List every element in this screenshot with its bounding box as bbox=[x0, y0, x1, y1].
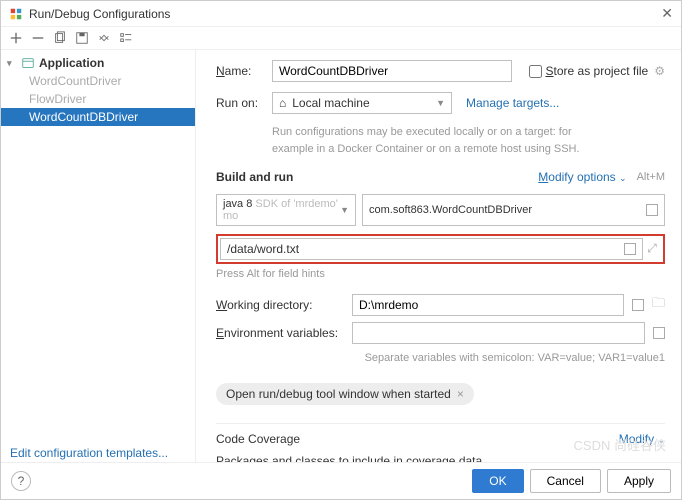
sidebar-item-wordcountdbdriver[interactable]: WordCountDBDriver bbox=[1, 108, 195, 126]
main-panel: Name: Store as project file ⚙ Run on: ⌂ … bbox=[196, 50, 681, 462]
machine-icon: ⌂ bbox=[279, 96, 286, 110]
modify-options-link[interactable]: Modify options ⌄ bbox=[538, 170, 626, 184]
gear-icon[interactable]: ⚙ bbox=[654, 64, 665, 78]
main-class-value: com.soft863.WordCountDBDriver bbox=[369, 204, 532, 216]
open-tool-window-chip[interactable]: Open run/debug tool window when started … bbox=[216, 383, 474, 405]
env-hint: Separate variables with semicolon: VAR=v… bbox=[216, 350, 665, 367]
tree-root-application[interactable]: ▾ Application bbox=[1, 54, 195, 72]
tree-root-label: Application bbox=[39, 56, 104, 70]
list-icon[interactable] bbox=[646, 204, 658, 216]
edit-templates-link[interactable]: Edit configuration templates... bbox=[10, 446, 168, 460]
runon-value: Local machine bbox=[292, 96, 369, 110]
chevron-down-icon: ▼ bbox=[340, 205, 349, 215]
coverage-title: Code Coverage bbox=[216, 432, 300, 446]
chip-close-icon[interactable]: × bbox=[457, 387, 464, 401]
toolbar bbox=[1, 27, 681, 50]
button-bar: ? OK Cancel Apply bbox=[1, 462, 681, 499]
remove-icon[interactable] bbox=[31, 31, 45, 45]
expand-icon[interactable] bbox=[97, 31, 111, 45]
manage-targets-link[interactable]: Manage targets... bbox=[466, 96, 559, 110]
runon-combo[interactable]: ⌂ Local machine ▼ bbox=[272, 92, 452, 114]
runon-hint: Run configurations may be executed local… bbox=[272, 124, 602, 157]
copy-icon[interactable] bbox=[53, 31, 67, 45]
env-label: Environment variables: bbox=[216, 326, 344, 340]
apply-button[interactable]: Apply bbox=[607, 469, 671, 493]
browse-icon[interactable]: 🗀 bbox=[652, 294, 665, 316]
window-title: Run/Debug Configurations bbox=[29, 7, 661, 21]
application-icon bbox=[21, 56, 35, 70]
app-logo-icon bbox=[9, 7, 23, 21]
caret-down-icon: ▾ bbox=[7, 58, 17, 69]
program-args-highlight: /data/word.txt ⤢ bbox=[216, 234, 665, 264]
filter-icon[interactable] bbox=[119, 31, 133, 45]
main-class-field[interactable]: com.soft863.WordCountDBDriver bbox=[362, 194, 665, 226]
save-icon[interactable] bbox=[75, 31, 89, 45]
coverage-pkg-label: Packages and classes to include in cover… bbox=[216, 454, 665, 463]
expand-field-icon[interactable]: ⤢ bbox=[643, 238, 661, 260]
store-project-file-checkbox[interactable]: Store as project file bbox=[529, 64, 649, 78]
program-args-value: /data/word.txt bbox=[227, 242, 299, 256]
sidebar-item-label: WordCountDBDriver bbox=[29, 110, 138, 124]
env-input[interactable] bbox=[352, 322, 645, 344]
program-args-field[interactable]: /data/word.txt bbox=[220, 238, 643, 260]
insert-icon[interactable] bbox=[632, 299, 644, 311]
help-button[interactable]: ? bbox=[11, 471, 31, 491]
cancel-button[interactable]: Cancel bbox=[530, 469, 601, 493]
chip-label: Open run/debug tool window when started bbox=[226, 387, 451, 401]
store-checkbox[interactable] bbox=[529, 65, 542, 78]
sidebar-item-label: WordCountDriver bbox=[29, 74, 121, 88]
titlebar: Run/Debug Configurations ✕ bbox=[1, 1, 681, 27]
workdir-input[interactable] bbox=[352, 294, 624, 316]
chevron-down-icon: ▼ bbox=[436, 98, 445, 108]
ok-button[interactable]: OK bbox=[472, 469, 523, 493]
add-icon[interactable] bbox=[9, 31, 23, 45]
sidebar-item-wordcountdriver[interactable]: WordCountDriver bbox=[1, 72, 195, 90]
modify-shortcut: Alt+M bbox=[637, 169, 665, 186]
coverage-modify-link[interactable]: Modify ⌄ bbox=[619, 432, 665, 446]
sidebar-item-flowdriver[interactable]: FlowDriver bbox=[1, 90, 195, 108]
sdk-combo[interactable]: java 8 SDK of 'mrdemo' mo ▼ bbox=[216, 194, 356, 226]
build-run-title: Build and run bbox=[216, 170, 293, 184]
sidebar-item-label: FlowDriver bbox=[29, 92, 86, 106]
sidebar: ▾ Application WordCountDriver FlowDriver… bbox=[1, 50, 196, 462]
insert-icon[interactable] bbox=[624, 243, 636, 255]
divider bbox=[216, 423, 665, 424]
store-label: Store as project file bbox=[546, 64, 649, 78]
args-hint: Press Alt for field hints bbox=[216, 266, 665, 283]
name-label: Name: bbox=[216, 64, 272, 78]
workdir-label: Working directory: bbox=[216, 298, 344, 312]
list-icon[interactable] bbox=[653, 327, 665, 339]
runon-label: Run on: bbox=[216, 96, 272, 110]
name-input[interactable] bbox=[272, 60, 512, 82]
close-icon[interactable]: ✕ bbox=[661, 5, 673, 22]
